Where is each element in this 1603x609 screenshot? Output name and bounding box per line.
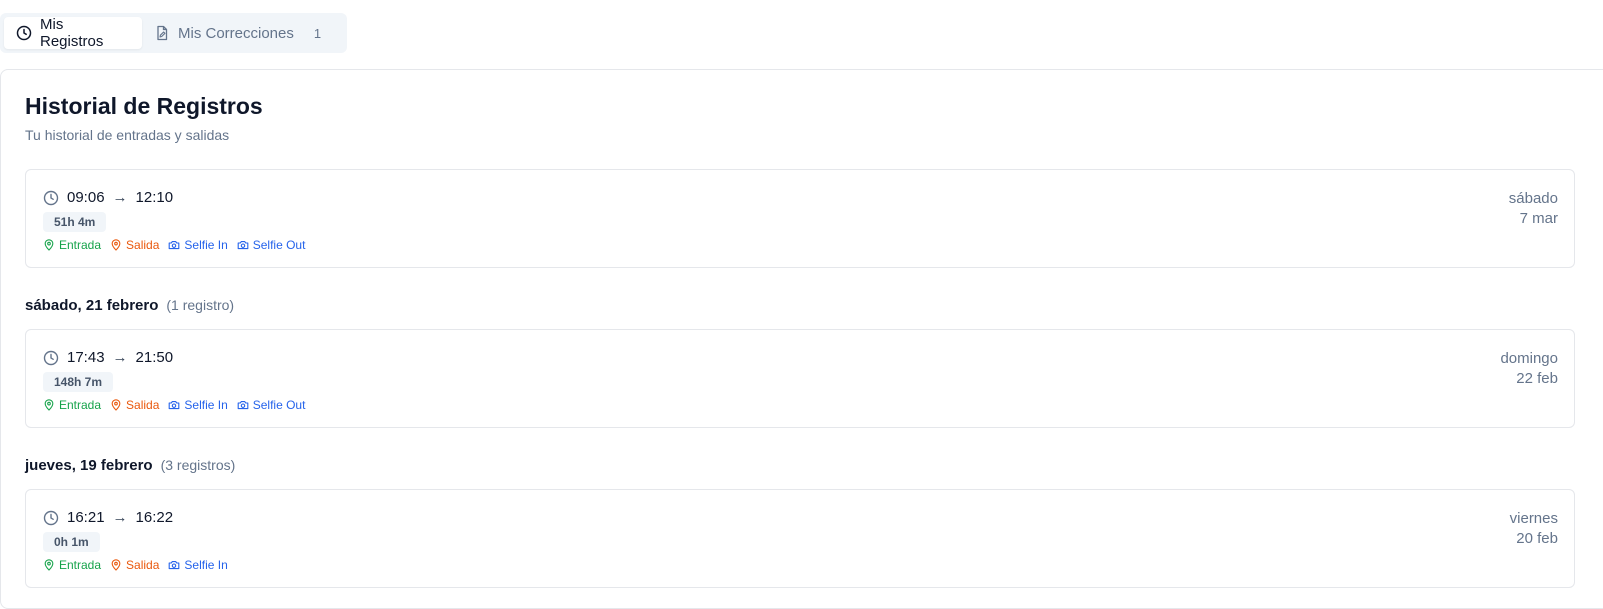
camera-icon (168, 399, 180, 411)
group-title: sábado, 21 febrero (25, 297, 159, 314)
duration-badge: 0h 1m (43, 532, 100, 552)
arrow-separator: → (112, 189, 128, 206)
corrections-count-badge: 1 (313, 25, 322, 41)
end-time: 21:50 (135, 349, 174, 366)
record-day-date: 7 mar (1519, 210, 1558, 227)
map-pin-icon (43, 399, 55, 411)
salida-location-link[interactable]: Salida (110, 238, 159, 252)
entrada-location-link[interactable]: Entrada (43, 558, 101, 572)
camera-icon (168, 559, 180, 571)
record-date: viernes 20 feb (1510, 509, 1558, 549)
duration-badge: 148h 7m (43, 372, 114, 392)
page-subtitle: Tu historial de entradas y salidas (25, 127, 230, 143)
clock-icon (43, 350, 59, 366)
record-links: Entrada Salida Selfie In Selfie Out (43, 398, 314, 412)
selfie-out-link[interactable]: Selfie Out (237, 238, 305, 252)
map-pin-icon (110, 559, 122, 571)
record-day-date: 22 feb (1516, 370, 1558, 387)
map-pin-icon (43, 239, 55, 251)
duration-badge: 51h 4m (43, 212, 107, 232)
record-entry: 17:43 → 21:50 148h 7m Entrada Salida Sel… (25, 329, 1575, 428)
selfie-in-link[interactable]: Selfie In (168, 238, 228, 252)
arrow-separator: → (112, 509, 128, 526)
record-entry: 16:21 → 16:22 0h 1m Entrada Salida Selfi… (25, 489, 1575, 588)
record-day-date: 20 feb (1516, 530, 1558, 547)
tab-label: Mis Registros (40, 16, 104, 50)
file-edit-icon (154, 25, 170, 41)
record-day: viernes (1509, 510, 1558, 527)
clock-icon (43, 190, 59, 206)
time-range: 17:43 → 21:50 (43, 349, 173, 366)
record-entry: 09:06 → 12:10 51h 4m Entrada Salida Self… (25, 169, 1575, 268)
time-range: 09:06 → 12:10 (43, 189, 173, 206)
arrow-separator: → (112, 349, 128, 366)
end-time: 12:10 (135, 189, 174, 206)
group-title: jueves, 19 febrero (25, 457, 153, 474)
clock-icon (16, 25, 32, 41)
salida-location-link[interactable]: Salida (110, 398, 159, 412)
start-time: 16:21 (67, 509, 105, 526)
record-date: sábado 7 mar (1509, 189, 1558, 229)
clock-icon (43, 510, 59, 526)
map-pin-icon (110, 239, 122, 251)
tab-mis-correcciones[interactable]: Mis Correcciones 1 (142, 17, 333, 49)
salida-location-link[interactable]: Salida (110, 558, 159, 572)
record-links: Entrada Salida Selfie In Selfie Out (43, 238, 314, 252)
date-group-header: sábado, 21 febrero (1 registro) (25, 297, 234, 314)
tabs-bar: Mis Registros Mis Correcciones 1 (0, 13, 347, 53)
camera-icon (237, 399, 249, 411)
start-time: 17:43 (67, 349, 105, 366)
time-range: 16:21 → 16:22 (43, 509, 173, 526)
selfie-in-link[interactable]: Selfie In (168, 398, 228, 412)
map-pin-icon (110, 399, 122, 411)
group-count: (1 registro) (166, 297, 235, 313)
group-count: (3 registros) (160, 457, 236, 473)
entrada-location-link[interactable]: Entrada (43, 238, 101, 252)
date-group-header: jueves, 19 febrero (3 registros) (25, 457, 235, 474)
camera-icon (237, 239, 249, 251)
record-day: domingo (1500, 350, 1558, 367)
record-links: Entrada Salida Selfie In (43, 558, 237, 572)
record-day: sábado (1508, 190, 1558, 207)
record-date: domingo 22 feb (1500, 349, 1558, 389)
selfie-out-link[interactable]: Selfie Out (237, 398, 305, 412)
tab-mis-registros[interactable]: Mis Registros (4, 16, 142, 50)
entrada-location-link[interactable]: Entrada (43, 398, 101, 412)
end-time: 16:22 (135, 509, 174, 526)
tab-label: Mis Correcciones (178, 24, 294, 42)
start-time: 09:06 (67, 189, 105, 206)
selfie-in-link[interactable]: Selfie In (168, 558, 228, 572)
page-title: Historial de Registros (25, 93, 263, 119)
camera-icon (168, 239, 180, 251)
map-pin-icon (43, 559, 55, 571)
